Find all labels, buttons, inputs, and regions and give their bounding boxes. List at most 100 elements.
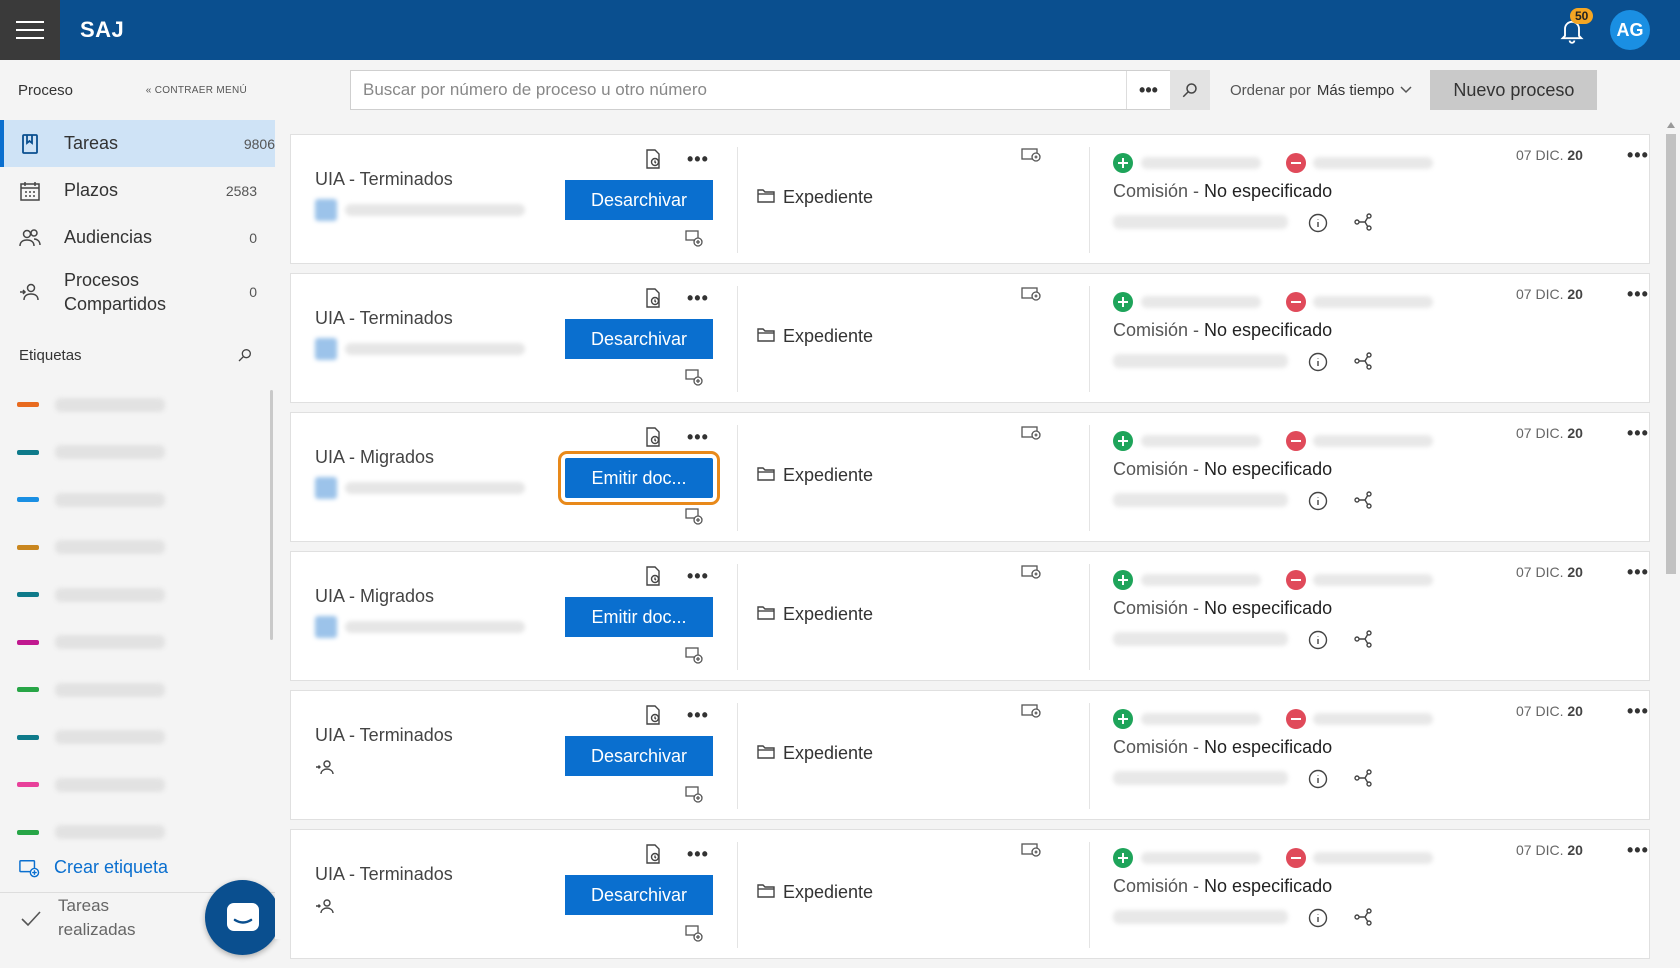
app-brand[interactable]: SAJ [80,17,124,43]
card-options-button[interactable]: ••• [687,288,709,309]
minus-circle-icon[interactable] [1286,431,1306,451]
add-to-tray-icon[interactable] [1021,286,1041,307]
main-scrollbar[interactable] [1664,122,1676,939]
process-card[interactable]: UIA - Terminados ••• Desarchivar Expediente… [290,829,1650,959]
collapse-menu-button[interactable]: « CONTRAER MENÚ [146,85,247,96]
card-action-button[interactable]: Desarchivar [565,875,713,915]
document-clock-icon[interactable] [645,427,661,452]
assign-user-icon[interactable] [315,759,335,780]
process-card[interactable]: UIA - Migrados ••• Emitir doc... Expediente… [290,551,1650,681]
minus-circle-icon[interactable] [1286,292,1306,312]
add-note-icon[interactable] [685,924,703,947]
tag-item[interactable] [0,381,275,429]
sidebar-item-audiencias[interactable]: Audiencias 0 [0,214,275,261]
document-clock-icon[interactable] [645,288,661,313]
expediente-link[interactable]: Expediente [757,465,873,486]
notifications-bell-icon[interactable]: 50 [1558,8,1594,44]
expediente-link[interactable]: Expediente [757,743,873,764]
share-icon[interactable] [1353,213,1373,236]
info-icon[interactable] [1308,352,1328,377]
minus-circle-icon[interactable] [1286,153,1306,173]
tag-item[interactable] [0,666,275,714]
info-icon[interactable] [1308,630,1328,655]
hamburger-menu-icon[interactable] [0,0,60,60]
plus-circle-icon[interactable] [1113,570,1133,590]
plus-circle-icon[interactable] [1113,431,1133,451]
minus-circle-icon[interactable] [1286,709,1306,729]
sidebar-item-tareas[interactable]: Tareas 9806 [0,120,275,167]
tag-item[interactable] [0,809,275,857]
tag-item[interactable] [0,619,275,667]
info-icon[interactable] [1308,491,1328,516]
process-card[interactable]: UIA - Terminados ••• Desarchivar Expediente… [290,690,1650,820]
create-tag-button[interactable]: Crear etiqueta [18,857,168,878]
card-more-button[interactable]: ••• [1627,840,1649,861]
tag-item[interactable] [0,761,275,809]
share-icon[interactable] [1353,630,1373,653]
card-action-button[interactable]: Emitir doc... [558,451,720,505]
plus-circle-icon[interactable] [1113,709,1133,729]
process-card[interactable]: UIA - Terminados ••• Desarchivar Expediente… [290,134,1650,264]
share-icon[interactable] [1353,769,1373,792]
card-action-button[interactable]: Emitir doc... [565,597,713,637]
expediente-link[interactable]: Expediente [757,326,873,347]
labels-search-icon[interactable] [237,347,253,363]
add-note-icon[interactable] [685,368,703,391]
card-options-button[interactable]: ••• [687,844,709,865]
tag-item[interactable] [0,524,275,572]
share-icon[interactable] [1353,352,1373,375]
card-action-button[interactable]: Desarchivar [565,180,713,220]
document-clock-icon[interactable] [645,566,661,591]
card-more-button[interactable]: ••• [1627,284,1649,305]
minus-circle-icon[interactable] [1286,848,1306,868]
card-more-button[interactable]: ••• [1627,562,1649,583]
plus-circle-icon[interactable] [1113,153,1133,173]
assign-user-icon[interactable] [315,898,335,919]
card-more-button[interactable]: ••• [1627,701,1649,722]
process-card[interactable]: UIA - Terminados ••• Desarchivar Expediente… [290,273,1650,403]
card-options-button[interactable]: ••• [687,149,709,170]
sidebar-item-procesos-compartidos[interactable]: Procesos Compartidos 0 [0,261,275,323]
expediente-link[interactable]: Expediente [757,187,873,208]
sidebar-item-plazos[interactable]: Plazos 2583 [0,167,275,214]
add-to-tray-icon[interactable] [1021,147,1041,168]
tag-item[interactable] [0,476,275,524]
add-note-icon[interactable] [685,507,703,530]
info-icon[interactable] [1308,769,1328,794]
add-note-icon[interactable] [685,229,703,252]
add-to-tray-icon[interactable] [1021,564,1041,585]
card-more-button[interactable]: ••• [1627,145,1649,166]
tag-item[interactable] [0,571,275,619]
sort-dropdown[interactable]: Ordenar por Más tiempo [1230,82,1412,99]
process-card[interactable]: UIA - Migrados ••• Emitir doc... Expediente… [290,412,1650,542]
info-icon[interactable] [1308,908,1328,933]
card-options-button[interactable]: ••• [687,705,709,726]
card-action-button[interactable]: Desarchivar [565,736,713,776]
add-note-icon[interactable] [685,646,703,669]
document-clock-icon[interactable] [645,149,661,174]
card-options-button[interactable]: ••• [687,427,709,448]
add-to-tray-icon[interactable] [1021,425,1041,446]
tag-item[interactable] [0,714,275,762]
add-to-tray-icon[interactable] [1021,842,1041,863]
minus-circle-icon[interactable] [1286,570,1306,590]
card-more-button[interactable]: ••• [1627,423,1649,444]
search-options-button[interactable]: ••• [1126,71,1170,109]
sidebar-scrollbar[interactable] [270,390,273,640]
plus-circle-icon[interactable] [1113,292,1133,312]
search-button[interactable] [1170,70,1210,110]
document-clock-icon[interactable] [645,844,661,869]
add-note-icon[interactable] [685,785,703,808]
document-clock-icon[interactable] [645,705,661,730]
add-to-tray-icon[interactable] [1021,703,1041,724]
search-input[interactable] [351,71,1126,109]
share-icon[interactable] [1353,491,1373,514]
plus-circle-icon[interactable] [1113,848,1133,868]
card-action-button[interactable]: Desarchivar [565,319,713,359]
expediente-link[interactable]: Expediente [757,882,873,903]
info-icon[interactable] [1308,213,1328,238]
expediente-link[interactable]: Expediente [757,604,873,625]
new-process-button[interactable]: Nuevo proceso [1430,70,1598,110]
user-avatar[interactable]: AG [1610,10,1650,50]
chat-button[interactable] [205,880,280,955]
